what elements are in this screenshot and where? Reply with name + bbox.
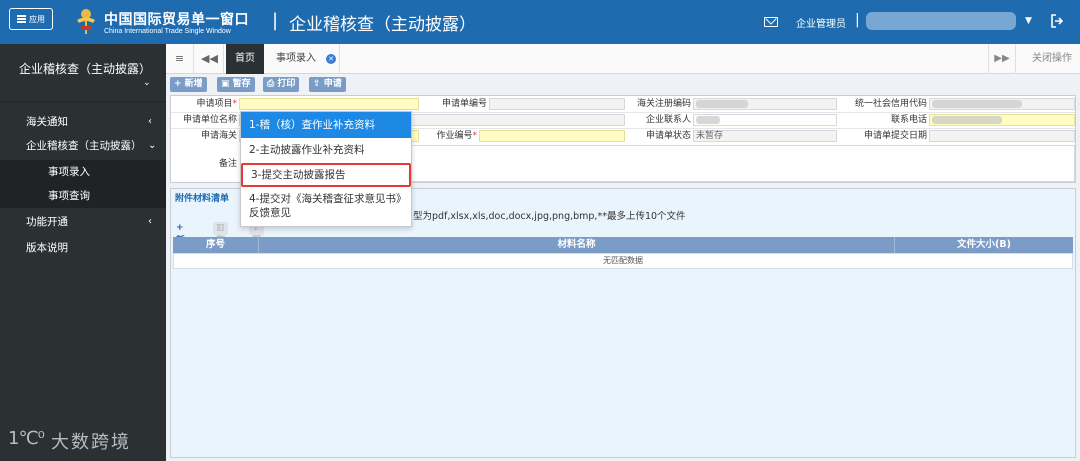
- dropdown-option-3[interactable]: 3-提交主动披露报告: [241, 163, 411, 187]
- column-header: 序号: [173, 237, 259, 253]
- column-header: 材料名称: [259, 237, 895, 253]
- title-separator: |: [272, 10, 279, 31]
- contact-field[interactable]: [693, 114, 837, 126]
- empty-table-row: 无匹配数据: [173, 253, 1073, 269]
- dropdown-option-4[interactable]: 4-提交对《海关稽查征求意见书》反馈意见: [241, 192, 411, 224]
- redacted-value: [932, 100, 1022, 108]
- chevron-down-icon: ⌄: [148, 140, 157, 151]
- apps-label: 应用: [29, 14, 45, 24]
- contact-label: 企业联系人: [645, 115, 691, 125]
- attach-delete-button[interactable]: ▥ 删除: [213, 222, 229, 259]
- apps-menu-button[interactable]: 应用: [9, 8, 53, 30]
- customs-reg-field: [693, 98, 837, 110]
- attachments-panel: 附件材料清单 型为pdf,xlsx,xls,doc,docx,jpg,png,b…: [170, 188, 1076, 458]
- redacted-value: [932, 116, 1002, 124]
- save-button[interactable]: ▣ 暂存: [217, 77, 255, 92]
- chevron-down-icon: ⌄: [143, 78, 151, 88]
- customs-reg-label: 海关注册编码: [636, 99, 691, 109]
- remark-label: 备注: [218, 159, 237, 169]
- mail-icon[interactable]: [764, 17, 778, 27]
- user-role: 企业管理员: [796, 19, 846, 30]
- sidebar-item-audit[interactable]: 企业稽核查（主动披露） ⌄: [0, 134, 166, 158]
- attachments-table-header: 序号 材料名称 文件大小(B): [173, 237, 1073, 253]
- attachments-note: 型为pdf,xlsx,xls,doc,docx,jpg,png,bmp,**最多…: [413, 211, 686, 222]
- tabs-menu-icon[interactable]: ≡: [166, 44, 194, 74]
- phone-field[interactable]: [929, 114, 1075, 126]
- credit-code-field: [929, 98, 1075, 110]
- unit-name-label: 申请单位名称: [182, 115, 237, 125]
- tabs-scroll-right-icon[interactable]: ▶▶: [988, 44, 1016, 74]
- user-separator: |: [855, 12, 860, 28]
- dropdown-option-1[interactable]: 1-稽（核）查作业补充资料: [241, 112, 411, 138]
- watermark-text: 大数跨境: [51, 432, 131, 453]
- redacted-value: [696, 116, 720, 124]
- apply-item-dropdown: 1-稽（核）查作业补充资料 2-主动披露作业补充资料 3-提交主动披露报告 4-…: [240, 111, 412, 227]
- top-bar: 应用 中国国际贸易单一窗口 China International Trade …: [0, 0, 1080, 44]
- sidebar: 企业稽核查（主动披露） ⌄ 海关通知 ‹ 企业稽核查（主动披露） ⌄ 事项录入 …: [0, 44, 166, 461]
- user-menu-caret-icon[interactable]: ▼: [1025, 16, 1032, 26]
- customs-label: 申请海关: [200, 131, 237, 141]
- user-name-redacted: [866, 12, 1016, 30]
- attach-add-button[interactable]: + 新增: [173, 222, 188, 259]
- chevron-left-icon: ‹: [148, 216, 152, 227]
- close-operations-button[interactable]: 关闭操作: [1032, 44, 1072, 74]
- sidebar-item-entry[interactable]: 事项录入: [0, 160, 166, 184]
- logout-icon[interactable]: [1050, 14, 1064, 28]
- brand-title: 中国国际贸易单一窗口: [104, 12, 249, 28]
- apply-item-select[interactable]: [239, 98, 419, 110]
- sidebar-item-customs-notice[interactable]: 海关通知 ‹: [0, 110, 166, 134]
- watermark: 1℃⁰ 大数跨境: [8, 426, 148, 454]
- apply-button[interactable]: ⇪ 申请: [309, 77, 346, 92]
- attachments-title: 附件材料清单: [175, 194, 230, 204]
- dropdown-option-2[interactable]: 2-主动披露作业补充资料: [241, 138, 411, 162]
- menu-icon: [17, 15, 26, 23]
- tab-home[interactable]: 首页: [226, 44, 264, 74]
- brand-subtitle: China International Trade Single Window: [104, 28, 231, 35]
- sidebar-item-activation[interactable]: 功能开通 ‹: [0, 210, 166, 234]
- apply-item-label: 申请项目*: [196, 99, 237, 109]
- add-button[interactable]: + 新增: [170, 77, 207, 92]
- submit-date-field: [929, 130, 1075, 142]
- close-icon[interactable]: ✕: [326, 54, 336, 64]
- column-header: 文件大小(B): [957, 239, 1011, 250]
- phone-label: 联系电话: [890, 115, 927, 125]
- status-field: 未暂存: [693, 130, 837, 142]
- redacted-value: [696, 100, 748, 108]
- print-button[interactable]: ⎙ 打印: [263, 77, 300, 92]
- sidebar-section-title[interactable]: 企业稽核查（主动披露） ⌄: [0, 44, 166, 102]
- credit-code-label: 统一社会信用代码: [854, 99, 927, 109]
- tab-entry[interactable]: 事项录入 ✕: [266, 44, 340, 74]
- submit-date-label: 申请单提交日期: [863, 131, 927, 141]
- watermark-logo: 1℃⁰: [8, 428, 45, 449]
- sidebar-item-version[interactable]: 版本说明: [0, 236, 166, 260]
- work-no-field[interactable]: [479, 130, 625, 142]
- tab-bar: ≡ ◀◀ 首页 事项录入 ✕ ▶▶ 关闭操作: [166, 44, 1080, 74]
- chevron-left-icon: ‹: [148, 116, 152, 127]
- sidebar-item-query[interactable]: 事项查询: [0, 184, 166, 208]
- module-title: 企业稽核查（主动披露）: [289, 15, 476, 35]
- status-label: 申请单状态: [645, 131, 691, 141]
- customs-emblem-icon: [77, 9, 95, 34]
- tabs-scroll-left-icon[interactable]: ◀◀: [196, 44, 224, 74]
- apply-no-label: 申请单编号: [441, 99, 487, 109]
- work-no-label: 作业编号*: [436, 131, 477, 141]
- apply-no-field: [489, 98, 625, 110]
